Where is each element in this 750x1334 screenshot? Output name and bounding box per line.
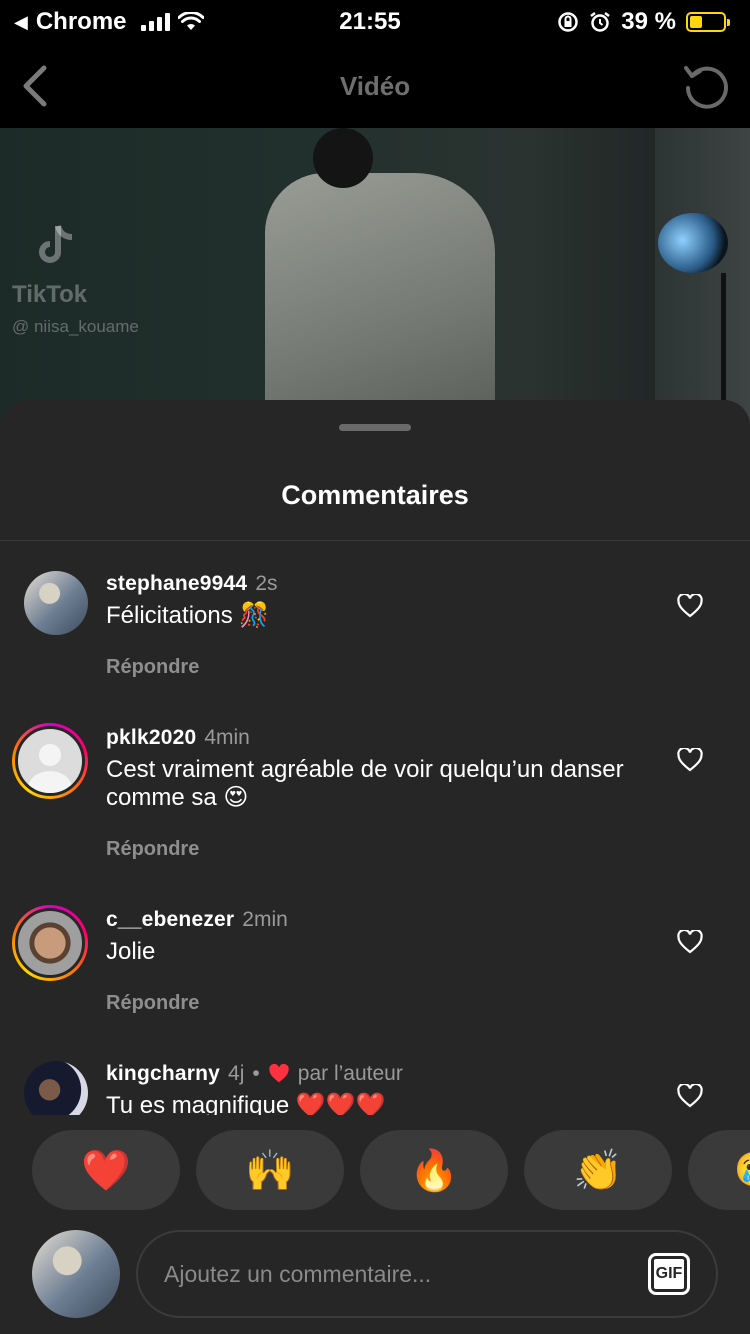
like-heart-icon[interactable] bbox=[677, 1084, 703, 1108]
tiktok-watermark: TikTok @ niisa_kouame bbox=[12, 220, 139, 337]
avatar[interactable] bbox=[12, 723, 88, 799]
separator-dot: • bbox=[252, 1062, 260, 1085]
gif-button[interactable]: GIF bbox=[648, 1253, 690, 1295]
tiktok-user: @ niisa_kouame bbox=[12, 317, 139, 336]
avatar[interactable] bbox=[24, 1061, 88, 1115]
reaction-raised-hands-button[interactable]: 🙌 bbox=[196, 1130, 344, 1210]
quick-reactions: ❤️ 🙌 🔥 👏 😢 bbox=[32, 1130, 750, 1210]
comment-time: 2min bbox=[242, 908, 288, 931]
reaction-heart-button[interactable]: ❤️ bbox=[32, 1130, 180, 1210]
author-liked-heart-icon bbox=[269, 1063, 289, 1082]
reply-button[interactable]: Répondre bbox=[106, 838, 646, 861]
comment-text: Félicitations 🎊 bbox=[106, 602, 270, 629]
battery-icon bbox=[686, 12, 730, 32]
comment-username[interactable]: c__ebenezer bbox=[106, 909, 234, 930]
comment-composer[interactable]: GIF bbox=[136, 1230, 718, 1318]
comment-time: 2s bbox=[255, 572, 278, 595]
alarm-icon bbox=[590, 12, 611, 32]
comments-sheet: Commentaires stephane9944 2s Félicitatio… bbox=[0, 400, 750, 1334]
status-time: 21:55 bbox=[339, 8, 401, 35]
comment-text: Jolie bbox=[106, 938, 156, 965]
like-heart-icon[interactable] bbox=[677, 748, 703, 772]
video-subject bbox=[265, 128, 505, 428]
sheet-title: Commentaires bbox=[281, 480, 469, 510]
video-player[interactable]: TikTok @ niisa_kouame bbox=[0, 128, 750, 428]
page-title: Vidéo bbox=[339, 70, 411, 101]
comment-time: 4j bbox=[228, 1062, 245, 1085]
back-to-app-icon[interactable]: ◀ bbox=[14, 12, 28, 33]
comment-input[interactable] bbox=[164, 1260, 648, 1288]
status-bar: ◀ Chrome 21:55 39 % bbox=[0, 0, 750, 44]
reply-button[interactable]: Répondre bbox=[106, 656, 646, 679]
reaction-clap-button[interactable]: 👏 bbox=[524, 1130, 672, 1210]
comment-username[interactable]: kingcharny bbox=[106, 1063, 220, 1084]
comment-username[interactable]: stephane9944 bbox=[106, 573, 247, 594]
like-heart-icon[interactable] bbox=[677, 594, 703, 618]
battery-percent: 39 % bbox=[621, 8, 676, 35]
comment-text: Cest vraiment agréable de voir quelqu’un… bbox=[106, 756, 624, 811]
comment-username[interactable]: pklk2020 bbox=[106, 727, 196, 748]
avatar[interactable] bbox=[24, 571, 88, 635]
sheet-grabber[interactable] bbox=[339, 424, 411, 431]
nav-bar: Vidéo bbox=[0, 44, 750, 128]
refresh-icon[interactable] bbox=[682, 62, 730, 110]
comment-time: 4min bbox=[204, 726, 250, 749]
avatar[interactable] bbox=[12, 905, 88, 981]
like-heart-icon[interactable] bbox=[677, 930, 703, 954]
cellular-signal-icon bbox=[140, 13, 170, 31]
chevron-left-icon[interactable] bbox=[20, 64, 50, 108]
reaction-fire-button[interactable]: 🔥 bbox=[360, 1130, 508, 1210]
my-avatar bbox=[32, 1230, 120, 1318]
orientation-lock-icon bbox=[558, 12, 579, 32]
liked-by-author-label: par l’auteur bbox=[297, 1062, 403, 1085]
comments-list[interactable]: stephane9944 2s Félicitations 🎊 Répondre… bbox=[0, 541, 750, 1115]
reply-button[interactable]: Répondre bbox=[106, 992, 646, 1015]
comment-text: Tu es magnifique ❤️❤️❤️ bbox=[106, 1092, 386, 1115]
tiktok-brand: TikTok bbox=[12, 281, 88, 308]
tiktok-logo-icon bbox=[39, 225, 73, 263]
back-app-label[interactable]: Chrome bbox=[36, 8, 127, 36]
wifi-icon bbox=[177, 12, 204, 30]
studio-lamp bbox=[658, 213, 728, 273]
reaction-cry-button[interactable]: 😢 bbox=[688, 1130, 750, 1210]
